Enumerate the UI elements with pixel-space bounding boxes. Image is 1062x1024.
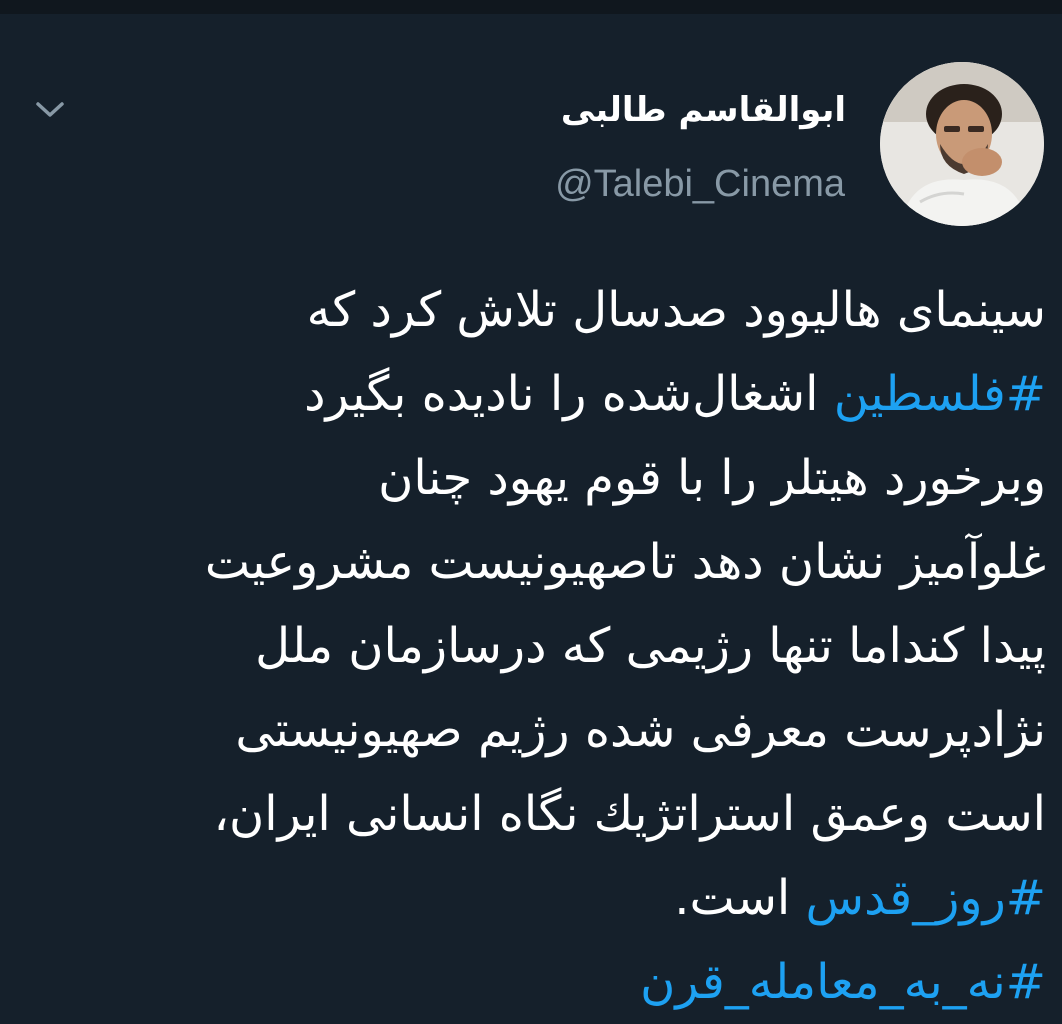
tweet-line: پیدا کنداما تنها رژیمی که درسازمان ملل <box>255 618 1046 674</box>
tweet-line: غلوآمیز نشان دهد تاصهیونیست مشروعیت <box>204 534 1046 590</box>
display-name[interactable]: ابوالقاسم طالبی <box>561 88 846 132</box>
tweet-line: #روز_قدس است. <box>22 856 1046 940</box>
tweet-line: نژادپرست معرفی شده رژیم صهیونیستی <box>235 702 1046 758</box>
tweet-text: سینمای هالیوود صدسال تلاش کرد که #فلسطین… <box>22 268 1046 1024</box>
tweet-line: است وعمق استراتژیك نگاه انسانی ایران، <box>213 786 1047 842</box>
tweet-line: سینمای هالیوود صدسال تلاش کرد که <box>306 282 1046 338</box>
tweet-line: #فلسطین اشغال‌شده را نادیده بگیرد <box>22 352 1046 436</box>
hashtag-link[interactable]: #روز_قدس <box>806 870 1047 926</box>
tweet-line: وبرخورد هیتلر را با قوم یهود چنان <box>378 450 1046 506</box>
tweet-line: #نه_به_معامله_قرن <box>22 940 1046 1024</box>
tweet: ابوالقاسم طالبی @Talebi_Cinema سینمای ها… <box>0 14 1062 1010</box>
top-bar <box>0 0 1062 14</box>
tweet-line-text: اشغال‌شده را نادیده بگیرد <box>304 366 834 422</box>
tweet-line-text: است. <box>674 870 806 926</box>
hashtag-link[interactable]: #نه_به_معامله_قرن <box>640 954 1046 1010</box>
chevron-down-icon[interactable] <box>34 98 66 120</box>
avatar[interactable] <box>880 62 1044 226</box>
hashtag-link[interactable]: #فلسطین <box>834 366 1046 422</box>
user-handle[interactable]: @Talebi_Cinema <box>555 162 845 206</box>
